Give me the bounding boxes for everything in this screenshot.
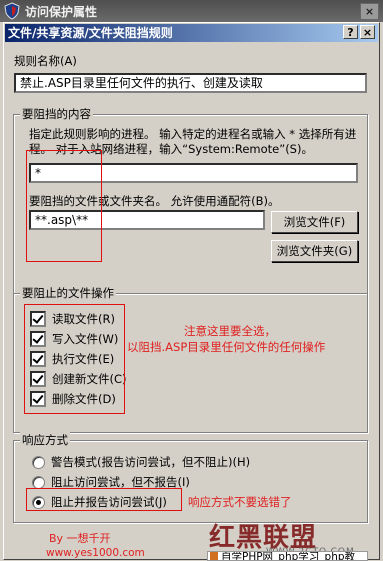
annotation-block-all-ops: 以阻挡.ASP目录里任何文件的任何操作 xyxy=(127,340,326,354)
author-credit: By 一想千开 xyxy=(49,532,111,545)
annotation-response-warning: 响应方式不要选错了 xyxy=(188,495,292,509)
rule-name-label: 规则名称(A) xyxy=(14,54,77,68)
site-credit: www.yes1000.com xyxy=(46,547,145,559)
rule-dialog: 文件/共享资源/文件夹阻挡规则 ? × 规则名称(A) 禁止.ASP目录里任何文… xyxy=(3,22,380,561)
bottom-bar-text: 自学PHP网_php学习_php教 xyxy=(221,551,356,561)
highlight-box-process xyxy=(26,150,102,262)
outer-window-titlebar: 访问保护属性 × xyxy=(0,0,383,22)
help-button[interactable]: ? xyxy=(343,25,358,39)
block-content-title: 要阻挡的内容 xyxy=(20,106,93,122)
file-ops-title: 要阻止的文件操作 xyxy=(20,285,116,301)
radio-warn-mode-dot[interactable] xyxy=(32,455,45,469)
shield-icon xyxy=(4,2,20,20)
radio-block-no-report-dot[interactable] xyxy=(32,475,45,489)
rule-name-input[interactable]: 禁止.ASP目录里任何文件的执行、创建及读取 xyxy=(14,73,367,93)
bottom-bar-icon xyxy=(210,552,218,560)
outer-window-title: 访问保护属性 xyxy=(25,4,98,19)
dialog-close-button[interactable]: × xyxy=(360,25,375,39)
highlight-box-file-ops xyxy=(24,304,125,414)
radio-warn-mode-label: 警告模式(报告访问尝试，但不阻止)(H) xyxy=(51,455,251,469)
browse-file-button[interactable]: 浏览文件(F) xyxy=(271,211,358,233)
radio-warn-mode[interactable]: 警告模式(报告访问尝试，但不阻止)(H) xyxy=(32,454,250,470)
outer-close-button[interactable]: × xyxy=(360,3,379,20)
annotation-select-all: 注意这里要全选， xyxy=(184,324,276,338)
bottom-bar: 自学PHP网_php学习_php教 xyxy=(207,551,368,561)
highlight-box-response xyxy=(26,488,182,511)
browse-folder-button[interactable]: 浏览文件夹(G) xyxy=(271,240,358,262)
response-title: 响应方式 xyxy=(20,432,70,448)
dialog-title: 文件/共享资源/文件夹阻挡规则 xyxy=(8,26,173,40)
dialog-titlebar: 文件/共享资源/文件夹阻挡规则 xyxy=(5,24,378,42)
